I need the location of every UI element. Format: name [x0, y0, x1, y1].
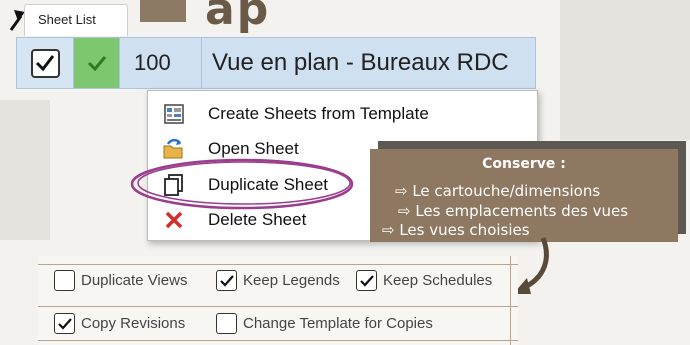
row-select-checkbox[interactable]	[30, 48, 60, 78]
divider	[38, 340, 518, 341]
menu-item-label: Create Sheets from Template	[208, 104, 429, 123]
sheet-name: Vue en plan - Bureaux RDC	[212, 49, 509, 76]
duplicate-icon	[154, 173, 194, 197]
status-cell	[74, 38, 120, 88]
copy-revisions-checkbox[interactable]	[54, 313, 75, 334]
background-block-left	[0, 100, 50, 240]
duplicate-options-panel: Duplicate Views Keep Legends Keep Schedu…	[38, 256, 518, 345]
option-label: Keep Legends	[243, 272, 340, 289]
option-change-template[interactable]: Change Template for Copies	[216, 313, 433, 334]
duplicate-views-checkbox[interactable]	[54, 270, 75, 291]
callout-line: ⇨ Le cartouche/dimensions	[395, 182, 601, 200]
divider	[38, 264, 518, 265]
option-label: Duplicate Views	[81, 272, 188, 289]
option-copy-revisions[interactable]: Copy Revisions	[54, 313, 185, 334]
divider	[510, 256, 511, 345]
tab-sheet-list[interactable]: Sheet List	[24, 4, 128, 36]
menu-item-label: Delete Sheet	[208, 210, 307, 229]
keep-legends-checkbox[interactable]	[216, 270, 237, 291]
option-label: Keep Schedules	[383, 272, 493, 289]
status-check-icon	[87, 56, 106, 72]
page-title-fragment: ap	[205, 0, 271, 35]
open-sheet-icon	[154, 138, 194, 160]
change-template-checkbox[interactable]	[216, 313, 237, 334]
delete-x-icon	[154, 210, 194, 230]
menu-item-label: Duplicate Sheet	[208, 175, 329, 194]
option-keep-legends[interactable]: Keep Legends	[216, 270, 340, 291]
sheet-number: 100	[120, 38, 202, 88]
table-row[interactable]: 100 Vue en plan - Bureaux RDC	[16, 37, 536, 89]
background-block-right	[560, 0, 690, 140]
menu-item-create-sheets[interactable]: Create Sheets from Template	[148, 97, 537, 131]
checkmark-icon	[35, 55, 55, 72]
row-select-cell[interactable]	[17, 38, 74, 88]
option-label: Change Template for Copies	[243, 315, 433, 332]
checkmark-icon	[219, 274, 234, 287]
option-duplicate-views[interactable]: Duplicate Views	[54, 270, 187, 291]
callout-box: Conserve : ⇨ Le cartouche/dimensions ⇨ L…	[370, 149, 678, 242]
keep-schedules-checkbox[interactable]	[356, 270, 377, 291]
callout-title: Conserve :	[482, 156, 566, 172]
menu-item-label: Open Sheet	[208, 139, 299, 158]
title-accent-block	[140, 0, 186, 22]
template-grid-icon	[154, 103, 194, 125]
checkmark-icon	[359, 274, 374, 287]
divider	[38, 306, 518, 307]
option-label: Copy Revisions	[81, 315, 186, 332]
callout-line: ⇨ Les emplacements des vues	[398, 202, 629, 220]
checkmark-icon	[57, 317, 72, 330]
callout-line: ⇨ Les vues choisies	[382, 221, 530, 239]
option-keep-schedules[interactable]: Keep Schedules	[356, 270, 492, 291]
